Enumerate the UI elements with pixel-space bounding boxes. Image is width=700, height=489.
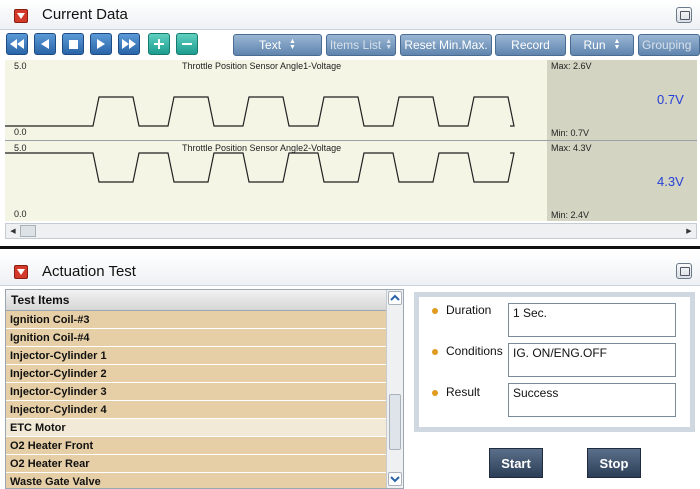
actuation-test-title: Actuation Test <box>42 263 136 280</box>
current-data-panel: Current Data Text ▲ ▼ Items List ▲ ▼ Res… <box>0 0 700 244</box>
next-button[interactable] <box>90 33 112 55</box>
items-list-select[interactable]: Items List ▲ ▼ <box>326 34 396 56</box>
result-field: Success <box>508 383 676 417</box>
reset-min-max-button[interactable]: Reset Min.Max. <box>400 34 492 56</box>
list-rows: Ignition Coil-#3 Ignition Coil-#4 Injector… <box>6 311 386 488</box>
toolbar: Text ▲ ▼ Items List ▲ ▼ Reset Min.Max. Rec… <box>0 31 700 59</box>
bullet-icon <box>432 349 438 355</box>
grouping-label: Grouping <box>642 38 692 52</box>
text-view-label: Text <box>259 38 282 52</box>
graph-throttle-angle2 <box>5 141 547 221</box>
test-item-row[interactable]: Injector-Cylinder 1 <box>6 347 386 365</box>
current-data-title: Current Data <box>42 6 128 23</box>
list-header: Test Items <box>6 290 386 311</box>
waveform-2 <box>5 152 515 183</box>
stop-button[interactable]: Stop <box>587 448 641 478</box>
run-select[interactable]: Run ▲ ▼ <box>570 34 634 56</box>
graph-2-min: Min: 2.4V <box>551 210 590 220</box>
test-item-row[interactable]: Waste Gate Valve <box>6 473 386 488</box>
graph-1-label: Throttle Position Sensor Angle1-Voltage <box>182 61 342 71</box>
test-item-row[interactable]: Ignition Coil-#4 <box>6 329 386 347</box>
double-left-arrow-icon <box>10 39 24 49</box>
test-item-row[interactable]: Injector-Cylinder 3 <box>6 383 386 401</box>
result-label: Result <box>446 385 481 399</box>
maximize-icon[interactable] <box>676 7 692 23</box>
grouping-button[interactable]: Grouping <box>638 34 700 56</box>
spin-arrows-icon: ▲ ▼ <box>613 38 621 51</box>
horizontal-scrollbar[interactable]: ◀ ▶ <box>5 223 697 239</box>
zoom-in-button[interactable] <box>148 33 170 55</box>
waveform-1 <box>5 96 515 127</box>
test-item-row[interactable]: Injector-Cylinder 2 <box>6 365 386 383</box>
scroll-thumb[interactable] <box>389 394 401 450</box>
scroll-left-arrow-icon[interactable]: ◀ <box>7 226 19 237</box>
skip-forward-button[interactable] <box>118 33 140 55</box>
text-view-select[interactable]: Text ▲ ▼ <box>233 34 322 56</box>
record-label: Record <box>511 38 550 52</box>
start-button[interactable]: Start <box>489 448 543 478</box>
previous-button[interactable] <box>34 33 56 55</box>
graph-1-ymin: 0.0 <box>14 127 27 137</box>
minus-icon <box>182 43 192 45</box>
conditions-label: Conditions <box>446 344 503 358</box>
double-right-arrow-icon <box>122 39 136 49</box>
test-item-row[interactable]: ETC Motor <box>6 419 386 437</box>
conditions-field: IG. ON/ENG.OFF <box>508 343 676 377</box>
list-header-label: Test Items <box>11 293 70 307</box>
collapse-icon[interactable] <box>14 9 28 23</box>
graph-2-max: Max: 4.3V <box>551 143 592 153</box>
duration-label: Duration <box>446 303 492 317</box>
record-button[interactable]: Record <box>495 34 566 56</box>
graph-1-value: 0.7V <box>657 92 684 107</box>
collapse-icon[interactable] <box>14 265 28 279</box>
scroll-up-arrow-icon[interactable] <box>388 291 402 305</box>
reset-min-max-label: Reset Min.Max. <box>404 38 488 52</box>
scroll-down-arrow-icon[interactable] <box>388 472 402 486</box>
test-item-row[interactable]: O2 Heater Rear <box>6 455 386 473</box>
graph-1-ymax: 5.0 <box>14 61 27 71</box>
maximize-icon[interactable] <box>676 263 692 279</box>
scroll-right-arrow-icon[interactable]: ▶ <box>683 226 695 237</box>
bullet-icon <box>432 390 438 396</box>
graph-1-min: Min: 0.7V <box>551 128 590 138</box>
spin-arrows-icon: ▲ ▼ <box>289 38 296 51</box>
vertical-scrollbar[interactable] <box>386 290 403 488</box>
items-list-label: Items List <box>329 38 382 52</box>
graph-2-ymax: 5.0 <box>14 143 27 153</box>
skip-back-button[interactable] <box>6 33 28 55</box>
duration-field: 1 Sec. <box>508 303 676 337</box>
graph-2-label: Throttle Position Sensor Angle2-Voltage <box>182 143 342 153</box>
graph-throttle-angle1 <box>5 60 547 140</box>
bullet-icon <box>432 308 438 314</box>
graph-2-value: 4.3V <box>657 174 684 189</box>
right-arrow-icon <box>97 39 105 49</box>
graph-2-ymin: 0.0 <box>14 209 27 219</box>
left-arrow-icon <box>41 39 49 49</box>
test-item-row[interactable]: Injector-Cylinder 4 <box>6 401 386 419</box>
test-item-row[interactable]: Ignition Coil-#3 <box>6 311 386 329</box>
test-item-row[interactable]: O2 Heater Front <box>6 437 386 455</box>
stop-square-icon <box>68 39 78 49</box>
test-items-list: Test Items Ignition Coil-#3 Ignition Coil… <box>5 289 404 489</box>
actuation-test-panel: Actuation Test Test Items Ignition Coil-… <box>0 252 700 489</box>
panel-divider <box>0 246 700 249</box>
graph-1-max: Max: 2.6V <box>551 61 592 71</box>
scroll-thumb[interactable] <box>20 225 36 237</box>
spin-arrows-icon: ▲ ▼ <box>385 38 393 51</box>
plus-icon <box>154 39 164 49</box>
run-label: Run <box>583 38 606 52</box>
zoom-out-button[interactable] <box>176 33 198 55</box>
stop-playback-button[interactable] <box>62 33 84 55</box>
